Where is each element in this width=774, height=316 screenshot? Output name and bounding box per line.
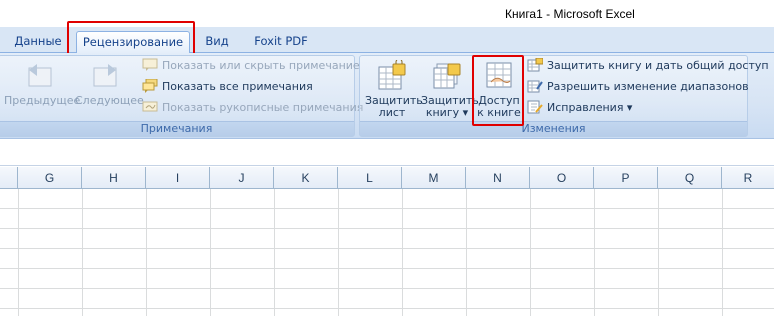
ribbon-tab-strip: Данные Рецензирование Вид Foxit PDF xyxy=(0,27,774,54)
column-header-h[interactable]: H xyxy=(82,167,146,189)
previous-comment-button[interactable]: Предыдущее xyxy=(4,60,81,107)
ribbon: Предыдущее Следующее Показать или скрыть… xyxy=(0,53,774,139)
protect-and-share-button[interactable]: Защитить книгу и дать общий доступ xyxy=(527,58,769,77)
previous-comment-icon xyxy=(28,64,52,87)
protect-sheet-label-2: лист xyxy=(378,106,406,119)
changes-group-label: Изменения xyxy=(360,121,747,136)
column-header-m[interactable]: M xyxy=(402,167,466,189)
allow-edit-ranges-label: Разрешить изменение диапазонов xyxy=(547,80,749,93)
comments-group: Предыдущее Следующее Показать или скрыть… xyxy=(0,55,363,137)
allow-ranges-icon xyxy=(527,80,543,93)
tab-review[interactable]: Рецензирование xyxy=(76,31,190,54)
next-comment-button[interactable]: Следующее xyxy=(75,60,144,107)
title-bar: Книга1 - Microsoft Excel xyxy=(0,0,774,27)
cell-grid[interactable] xyxy=(0,189,774,316)
tab-view[interactable]: Вид xyxy=(200,31,234,53)
comments-group-label: Примечания xyxy=(0,121,354,136)
formula-bar[interactable] xyxy=(0,140,774,166)
column-header-n[interactable]: N xyxy=(466,167,530,189)
comments-icon xyxy=(142,79,158,93)
column-header-p[interactable]: P xyxy=(594,167,658,189)
next-comment-icon xyxy=(93,64,117,87)
share-workbook-label-2: к книге xyxy=(477,106,521,119)
previous-comment-label: Предыдущее xyxy=(4,94,81,107)
protect-sheet-icon xyxy=(378,60,406,90)
show-hide-comment-label: Показать или скрыть примечание xyxy=(162,59,360,72)
share-workbook-button[interactable]: Доступ к книге xyxy=(474,60,524,119)
column-headers: G H I J K L M N O P Q R xyxy=(0,167,774,189)
next-comment-label: Следующее xyxy=(75,94,144,107)
column-header-partial[interactable] xyxy=(0,167,18,189)
protect-and-share-label: Защитить книгу и дать общий доступ xyxy=(547,59,769,72)
tab-data[interactable]: Данные xyxy=(10,31,66,53)
protect-workbook-button[interactable]: Защитить книгу ▾ xyxy=(421,60,479,119)
changes-group: Защитить лист Защитить книгу ▾ Доступ к … xyxy=(359,55,769,137)
protect-workbook-icon xyxy=(433,63,461,89)
window-title: Книга1 - Microsoft Excel xyxy=(505,7,635,21)
protect-workbook-label-2: книгу ▾ xyxy=(425,106,469,119)
column-header-q[interactable]: Q xyxy=(658,167,722,189)
tab-foxit-pdf[interactable]: Foxit PDF xyxy=(250,31,312,53)
column-header-j[interactable]: J xyxy=(210,167,274,189)
protect-sheet-button[interactable]: Защитить лист xyxy=(365,60,423,119)
share-workbook-icon xyxy=(486,62,512,88)
column-header-l[interactable]: L xyxy=(338,167,402,189)
ink-comment-icon xyxy=(142,101,158,112)
column-header-g[interactable]: G xyxy=(18,167,82,189)
comment-icon xyxy=(142,58,158,71)
column-header-r[interactable]: R xyxy=(722,167,774,189)
track-changes-label: Исправления ▾ xyxy=(547,101,633,114)
column-header-i[interactable]: I xyxy=(146,167,210,189)
show-hide-comment-button[interactable]: Показать или скрыть примечание xyxy=(142,58,360,77)
track-changes-button[interactable]: Исправления ▾ xyxy=(527,100,633,119)
column-header-o[interactable]: O xyxy=(530,167,594,189)
show-ink-comments-label: Показать рукописные примечания xyxy=(162,101,364,114)
track-changes-icon xyxy=(527,100,543,114)
column-header-k[interactable]: K xyxy=(274,167,338,189)
allow-edit-ranges-button[interactable]: Разрешить изменение диапазонов xyxy=(527,80,749,98)
show-all-comments-button[interactable]: Показать все примечания xyxy=(142,79,313,98)
show-ink-comments-button[interactable]: Показать рукописные примечания xyxy=(142,101,363,119)
show-all-comments-label: Показать все примечания xyxy=(162,80,313,93)
protect-share-icon xyxy=(527,58,543,72)
